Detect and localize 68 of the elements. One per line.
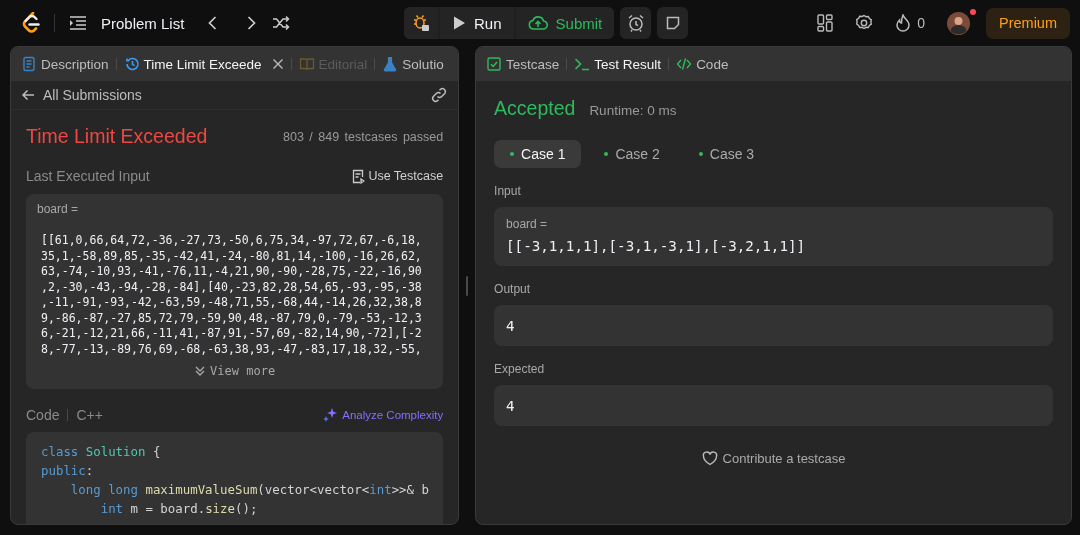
sparkle-icon [322,407,339,423]
output-value: 4 [506,317,515,334]
debug-button[interactable] [404,7,438,39]
timer-button[interactable] [620,7,652,39]
cloud-upload-icon [527,15,548,31]
panel-tab[interactable]: Description [21,56,109,72]
code-line: long long maximumValueSum(vector<vector<int>>& b [69,481,429,499]
history-icon [123,56,140,72]
language-label: C++ [76,407,103,423]
flame-icon[interactable] [895,14,912,32]
field-label: Input [494,184,522,198]
bug-lock-icon [412,14,430,32]
verdict: Accepted [494,97,576,120]
testcases-passed: 803 / 849 testcases passed [283,129,444,144]
flask-icon [382,56,399,72]
variable-label: board = [37,202,80,216]
code-line: public: [41,462,94,480]
streak-count: 0 [917,15,925,31]
shuffle-icon[interactable] [272,15,291,31]
use-testcase-button[interactable]: Use Testcase [351,168,444,184]
code-icon [676,56,693,72]
run-button[interactable]: Run [440,7,514,39]
input-value: [[61,0,66,64,72,-36,-27,73,-50,6,75,34,-97,72,67,-6,18, 35,1,-58,89,85,-35,-42,41,-24,-80,81,14,-100,-16,26,62, 63,-74,-10,93,-41,-76,11,-4,21,90,-90,-28,75,-22,-16,90 ,2,-30,-43,-94,-28,-84],[40,-23,82,28,54,65,-93,-95,-38 ,-11,-91,-93,-42,-63,59,-48,71,55,-68,44,-14,26,32,38,8 9,-86,-87,-27,85,72,79,-59,90,48,-87,79,0,-79,-53,-12,3 6,-21,-12,21,66,-11,41,-87,91,-57,69,-82,14,90,-72],[-2 8,-77,-13,-89,76,69,-68,-63,38,93,-47,-83,17,18,32,-55, [41,233,422,357]
avatar-icon[interactable] [947,11,970,35]
case-tab[interactable]: Case 1 [494,140,582,168]
book-icon [298,56,315,72]
list-icon[interactable] [69,15,87,31]
panel-tab[interactable]: Code [676,56,729,72]
terminal-icon [574,56,591,72]
all-submissions-link[interactable]: All Submissions [43,87,142,103]
document-icon [21,56,37,72]
link-icon[interactable] [430,87,449,103]
variable-label: board = [506,217,549,231]
note-icon [664,15,681,31]
analyze-complexity-button[interactable]: Analyze Complexity [322,407,444,423]
code-line: class Solution { [41,443,161,461]
layout-icon[interactable] [817,14,834,32]
section-heading: Last Executed Input [26,168,150,184]
settings-icon[interactable] [855,14,874,32]
case-tab[interactable]: Case 3 [682,140,771,168]
note-button[interactable] [657,7,689,39]
input-value: [[-3,1,1,1],[-3,1,-3,1],[-3,2,1,1]] [506,238,807,254]
play-icon [452,15,466,31]
code-line: int m = board.size(); [99,500,258,518]
problem-list-link[interactable]: Problem List [101,14,185,32]
logo-icon[interactable] [22,12,40,34]
heart-icon [701,451,718,466]
panel-tab[interactable]: Test Result [574,56,662,72]
code-heading: Code [26,407,60,423]
close-icon[interactable] [271,58,284,70]
alarm-clock-icon [626,14,645,32]
panel-tab[interactable]: Time Limit Exceede [123,56,284,72]
document-play-icon [351,168,366,184]
case-tab[interactable]: Case 2 [588,140,676,168]
panel-tab[interactable]: Solutio [382,56,444,72]
runtime: Runtime: 0 ms [589,103,677,118]
view-more-button[interactable]: View more [37,363,433,379]
back-arrow-icon[interactable] [21,88,35,102]
field-label: Expected [494,362,546,376]
expected-value: 4 [506,397,515,414]
submit-button[interactable]: Submit [515,7,615,39]
premium-button[interactable]: Premium [986,7,1070,39]
contribute-testcase-button[interactable]: Contribute a testcase [695,450,852,467]
field-label: Output [494,282,532,296]
double-chevron-icon [194,365,207,377]
checkbox-icon [486,56,503,72]
result-status: Time Limit Exceeded [26,125,208,148]
panel-tab[interactable]: Testcase [486,56,560,72]
